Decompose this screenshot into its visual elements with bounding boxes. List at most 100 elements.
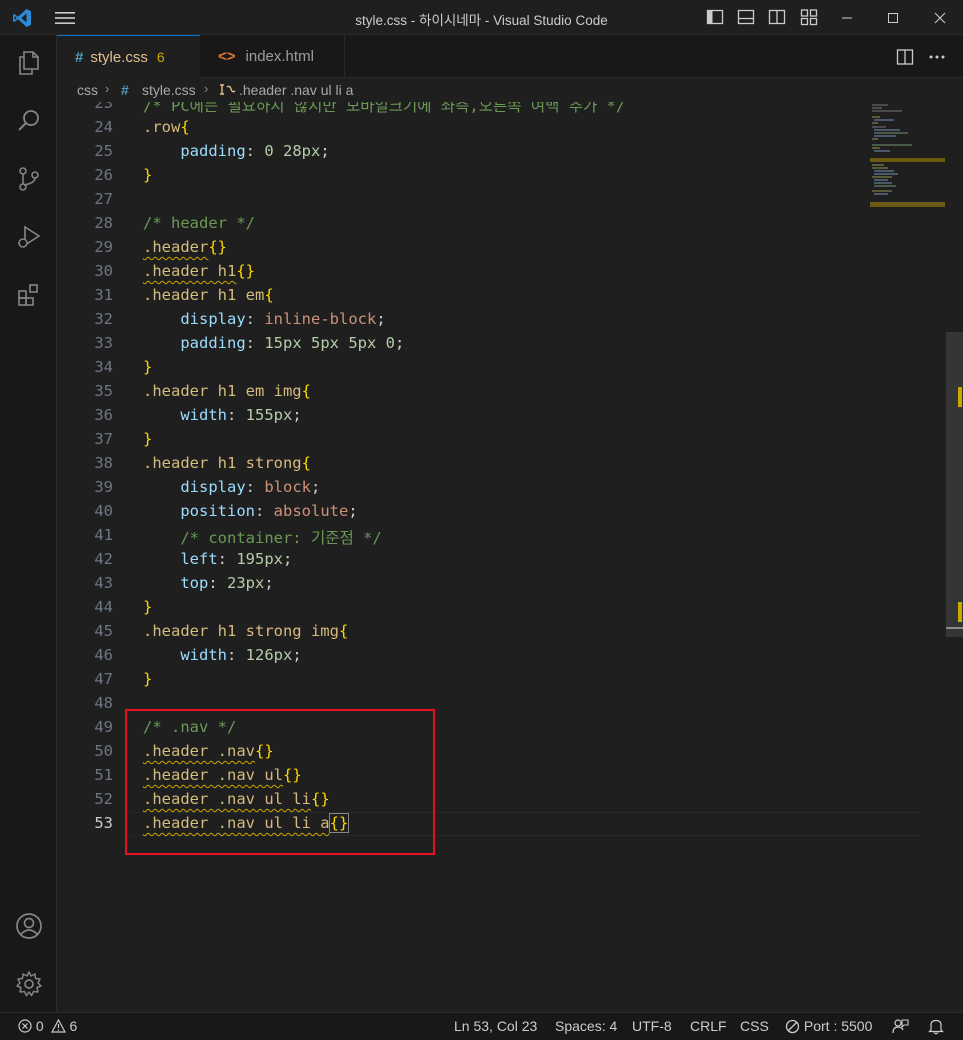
line-number: 36 — [94, 406, 113, 424]
line-number: 35 — [94, 382, 113, 400]
line-number: 53 — [94, 814, 113, 832]
code-text: .header .nav ul li{} — [143, 790, 330, 808]
line-number: 49 — [94, 718, 113, 736]
code-text: top: 23px; — [180, 574, 274, 592]
close-icon — [934, 12, 946, 23]
code-text: .header h1 strong img{ — [143, 622, 349, 640]
close-window-button[interactable] — [917, 0, 963, 35]
notifications-bell-icon[interactable] — [928, 1018, 944, 1035]
end-of-line[interactable]: CRLF — [690, 1018, 727, 1034]
activity-search[interactable] — [0, 97, 57, 145]
run-debug-icon — [17, 225, 40, 248]
code-text: } — [143, 598, 153, 616]
vertical-scrollbar[interactable] — [946, 102, 963, 1012]
code-line: 40 position: absolute; — [57, 500, 963, 524]
code-line: 41 /* container: 기준점 */ — [57, 524, 963, 548]
minimap[interactable] — [870, 102, 950, 222]
code-line: 52 .header .nav ul li{} — [57, 788, 963, 812]
toggle-secondary-sidebar-icon[interactable] — [767, 7, 787, 27]
code-line-current: 53 .header .nav ul li a{} — [57, 812, 963, 836]
problems-status[interactable]: 0 6 — [18, 1018, 77, 1034]
breadcrumb-symbol[interactable]: .header .nav ul li a — [239, 82, 353, 98]
code-line: 24 .row{ — [57, 116, 963, 140]
line-number: 48 — [94, 694, 113, 712]
split-editor-icon[interactable] — [895, 47, 915, 67]
source-control-icon — [18, 167, 39, 191]
code-line: 37 } — [57, 428, 963, 452]
css-file-icon: # — [121, 82, 129, 98]
activity-run-debug[interactable] — [0, 213, 57, 261]
chevron-right-icon: › — [204, 81, 209, 96]
code-text: .header{} — [143, 238, 227, 256]
more-actions-icon[interactable] — [927, 47, 947, 67]
html-file-icon: <> — [218, 48, 236, 65]
cursor-marker — [946, 627, 963, 629]
manage-gear-icon — [15, 971, 42, 997]
code-text: } — [143, 358, 153, 376]
line-number: 26 — [94, 166, 113, 184]
editor-tab-bar: # style.css 6 <> index.html — [57, 35, 963, 78]
line-number: 30 — [94, 262, 113, 280]
code-line: 26 } — [57, 164, 963, 188]
code-text: width: 155px; — [180, 406, 302, 424]
code-text: .header .nav ul li a{} — [143, 813, 350, 833]
code-line: 47 } — [57, 668, 963, 692]
minimize-button[interactable] — [824, 0, 870, 35]
code-text: .header .nav ul{} — [143, 766, 302, 784]
breadcrumb-folder[interactable]: css — [77, 82, 98, 98]
feedback-icon[interactable] — [891, 1018, 909, 1035]
code-line: 49 /* .nav */ — [57, 716, 963, 740]
chevron-right-icon: › — [105, 81, 110, 96]
search-icon — [17, 110, 39, 131]
error-icon — [18, 1019, 32, 1033]
scrollbar-thumb[interactable] — [946, 332, 963, 637]
line-number: 27 — [94, 190, 113, 208]
encoding[interactable]: UTF-8 — [632, 1018, 672, 1034]
code-line: 45 .header h1 strong img{ — [57, 620, 963, 644]
line-number: 45 — [94, 622, 113, 640]
activity-manage[interactable] — [0, 960, 57, 1008]
line-number: 50 — [94, 742, 113, 760]
problems-count-badge: 6 — [156, 49, 165, 65]
activity-source-control[interactable] — [0, 155, 57, 203]
customize-layout-icon[interactable] — [799, 7, 819, 27]
live-server-status[interactable]: Port : 5500 — [785, 1018, 872, 1034]
activity-extensions[interactable] — [0, 271, 57, 319]
code-text: } — [143, 166, 153, 184]
warning-icon — [50, 1018, 66, 1033]
line-number: 32 — [94, 310, 113, 328]
line-number: 39 — [94, 478, 113, 496]
tab-label: style.css — [90, 48, 148, 66]
line-number: 23 — [94, 102, 113, 112]
code-line: 42 left: 195px; — [57, 548, 963, 572]
warning-marker — [958, 602, 962, 622]
toggle-panel-icon[interactable] — [736, 7, 756, 27]
language-mode[interactable]: CSS — [740, 1018, 769, 1034]
code-text: padding: 15px 5px 5px 0; — [180, 334, 405, 352]
line-number: 24 — [94, 118, 113, 136]
breadcrumb-file[interactable]: style.css — [142, 82, 196, 98]
tab-label: index.html — [245, 48, 314, 65]
activity-explorer[interactable] — [0, 39, 57, 87]
activity-accounts[interactable] — [0, 902, 57, 950]
code-line: 27 — [57, 188, 963, 212]
css-file-icon: # — [75, 48, 84, 66]
toggle-primary-sidebar-icon[interactable] — [705, 7, 725, 27]
code-line: 28 /* header */ — [57, 212, 963, 236]
tab-style-css[interactable]: # style.css 6 — [57, 35, 200, 78]
extensions-icon — [17, 284, 38, 306]
line-number: 41 — [94, 526, 113, 544]
line-number: 42 — [94, 550, 113, 568]
maximize-button[interactable] — [870, 0, 916, 35]
indentation[interactable]: Spaces: 4 — [555, 1018, 617, 1034]
cursor-position[interactable]: Ln 53, Col 23 — [454, 1018, 537, 1034]
code-editor[interactable]: 23 /* PC에는 필요하지 않지만 모바일크기에 좌측,오른쪽 여백 추가 … — [57, 102, 963, 1012]
tab-index-html[interactable]: <> index.html — [200, 35, 345, 78]
line-number: 29 — [94, 238, 113, 256]
code-line: 43 top: 23px; — [57, 572, 963, 596]
accounts-icon — [15, 913, 42, 939]
code-line: 30 .header h1{} — [57, 260, 963, 284]
code-comment: /* .nav */ — [143, 718, 237, 736]
line-number: 33 — [94, 334, 113, 352]
line-number: 37 — [94, 430, 113, 448]
